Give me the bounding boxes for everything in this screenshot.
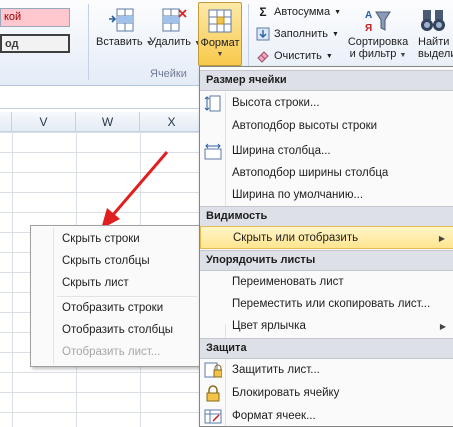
tab-color-label: Цвет ярлычка xyxy=(232,320,306,332)
rename-sheet-item[interactable]: Переименовать лист xyxy=(200,271,453,294)
hide-columns-item[interactable]: Скрыть столбцы xyxy=(62,251,150,271)
format-dropdown-menu: Размер ячейки Высота строки... Автоподбо… xyxy=(199,66,453,427)
row-height-item[interactable]: Высота строки... xyxy=(200,92,453,115)
section-protection: Защита xyxy=(200,338,453,359)
rename-sheet-label: Переименовать лист xyxy=(232,276,344,288)
tab-color-item[interactable]: Цвет ярлычка ▶ xyxy=(200,315,453,338)
section-organize-sheets: Упорядочить листы xyxy=(200,250,453,271)
unhide-columns-item[interactable]: Отобразить столбцы xyxy=(62,320,173,340)
menu-gutter xyxy=(53,228,54,364)
protect-sheet-icon xyxy=(204,362,223,379)
lock-cell-item[interactable]: Блокировать ячейку xyxy=(200,382,453,405)
lock-icon xyxy=(204,385,222,402)
hide-rows-item[interactable]: Скрыть строки xyxy=(62,229,140,249)
hide-sheet-item[interactable]: Скрыть лист xyxy=(62,273,129,293)
unhide-sheet-item: Отобразить лист... xyxy=(62,346,161,358)
hide-unhide-submenu: Скрыть строки Скрыть столбцы Скрыть лист… xyxy=(30,225,200,367)
protect-sheet-item[interactable]: Защитить лист... xyxy=(200,359,453,382)
protect-sheet-label: Защитить лист... xyxy=(232,364,320,376)
autofit-row-item[interactable]: Автоподбор высоты строки xyxy=(200,115,453,138)
lock-cell-label: Блокировать ячейку xyxy=(232,387,340,399)
section-visibility: Видимость xyxy=(200,206,453,227)
format-cells-dialog-icon xyxy=(204,408,222,425)
hide-unhide-item[interactable]: Скрыть или отобразить ▶ xyxy=(200,226,453,249)
format-cells-label: Формат ячеек... xyxy=(232,410,316,422)
default-width-label: Ширина по умолчанию... xyxy=(232,189,364,201)
row-height-icon xyxy=(204,95,222,112)
chevron-right-icon: ▶ xyxy=(439,322,446,331)
hide-unhide-label: Скрыть или отобразить xyxy=(233,232,359,244)
column-width-item[interactable]: Ширина столбца... xyxy=(200,140,453,163)
format-cells-item[interactable]: Формат ячеек... xyxy=(200,405,453,427)
autofit-column-item[interactable]: Автоподбор ширины столбца xyxy=(200,162,453,185)
autofit-row-label: Автоподбор высоты строки xyxy=(232,120,378,132)
section-cell-size: Размер ячейки xyxy=(200,70,453,91)
row-height-label: Высота строки... xyxy=(232,97,320,109)
menu-separator xyxy=(57,296,197,297)
chevron-right-icon: ▶ xyxy=(438,234,445,243)
move-copy-sheet-item[interactable]: Переместить или скопировать лист... xyxy=(200,293,453,316)
move-copy-sheet-label: Переместить или скопировать лист... xyxy=(232,298,431,310)
column-width-icon xyxy=(204,143,222,160)
default-width-item[interactable]: Ширина по умолчанию... xyxy=(200,184,453,207)
autofit-column-label: Автоподбор ширины столбца xyxy=(232,167,389,179)
unhide-rows-item[interactable]: Отобразить строки xyxy=(62,298,163,318)
column-width-label: Ширина столбца... xyxy=(232,145,331,157)
